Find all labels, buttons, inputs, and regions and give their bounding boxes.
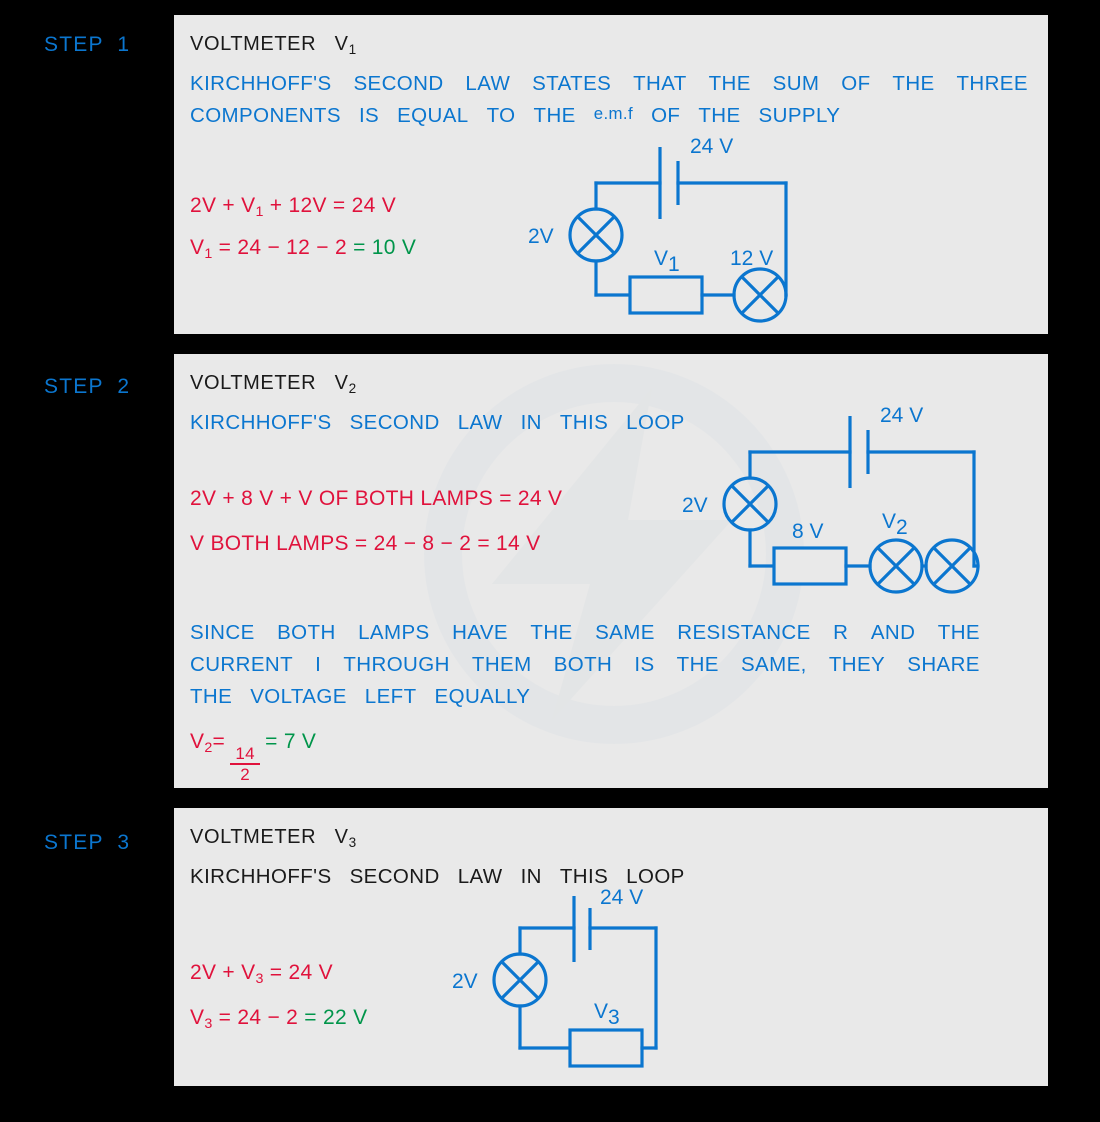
panel-1-equation-2: V1 = 24 − 12 − 2 = 10 V [190,236,417,262]
circuit-2-voltmeter-label: V2 [882,510,908,539]
circuit-3-resistor-label: V3 [594,1000,620,1029]
panel-2-title: VOLTMETER V2 [190,372,357,396]
worksheet-sheet: STEP 1 VOLTMETER V1 KIRCHHOFF'S SECOND LAW… [0,0,1100,1122]
circuit-diagram-1: 24 V 2V V1 12 V [514,135,834,330]
panel-3-title: VOLTMETER V3 [190,826,357,850]
step-label-1: STEP 1 [44,33,131,56]
panel-1-equation-1: 2V + V1 + 12V = 24 V [190,194,397,220]
panel-1-body-line-2: COMPONENTS IS EQUAL TO THE e.m.f OF THE SUPPLY [190,104,841,127]
panel-2-paragraph-line-3: THE VOLTAGE LEFT EQUALLY [190,685,531,708]
circuit-diagram-2: 24 V 2V 8 V V2 [674,404,1014,604]
circuit-1-lamp-right-label: 12 V [730,247,773,270]
step-label-2: STEP 2 [44,375,131,398]
panel-2-equation-2: V BOTH LAMPS = 24 − 8 − 2 = 14 V [190,532,541,555]
panel-1-title: VOLTMETER V1 [190,33,357,57]
circuit-2-resistor-label: 8 V [792,520,824,543]
circuit-1-battery-label: 24 V [690,135,733,158]
step-panel-1: VOLTMETER V1 KIRCHHOFF'S SECOND LAW STATES T… [174,15,1048,334]
circuit-1-resistor-label: V1 [654,247,680,276]
circuit-1-lamp-left-label: 2V [528,225,554,248]
panel-2-fraction-equation: V2= 14 2 = 7 V [190,730,317,785]
circuit-3-lamp-left-label: 2V [452,970,478,993]
circuit-2-battery-label: 24 V [880,404,923,427]
circuit-diagram-3: 24 V 2V V3 [442,886,722,1078]
step-panel-3: VOLTMETER V3 KIRCHHOFF'S SECOND LAW IN THIS L… [174,808,1048,1086]
panel-1-body-line-1: KIRCHHOFF'S SECOND LAW STATES THAT THE SUM OF TH… [190,72,1028,95]
circuit-3-battery-label: 24 V [600,886,643,909]
panel-3-equation-2: V3 = 24 − 2 = 22 V [190,1006,368,1032]
panel-2-paragraph-line-1: SINCE BOTH LAMPS HAVE THE SAME RESISTANCE R AND T… [190,621,980,644]
circuit-2-lamp-left-label: 2V [682,494,708,517]
panel-3-equation-1: 2V + V3 = 24 V [190,961,333,987]
panel-2-equation-1: 2V + 8 V + V OF BOTH LAMPS = 24 V [190,487,563,510]
step-label-3: STEP 3 [44,831,131,854]
panel-2-body-line-1: KIRCHHOFF'S SECOND LAW IN THIS LOOP [190,411,685,434]
panel-2-paragraph-line-2: CURRENT I THROUGH THEM BOTH IS THE SAME, THEY SHA… [190,653,980,676]
step-panel-2: VOLTMETER V2 KIRCHHOFF'S SECOND LAW IN THIS L… [174,354,1048,788]
